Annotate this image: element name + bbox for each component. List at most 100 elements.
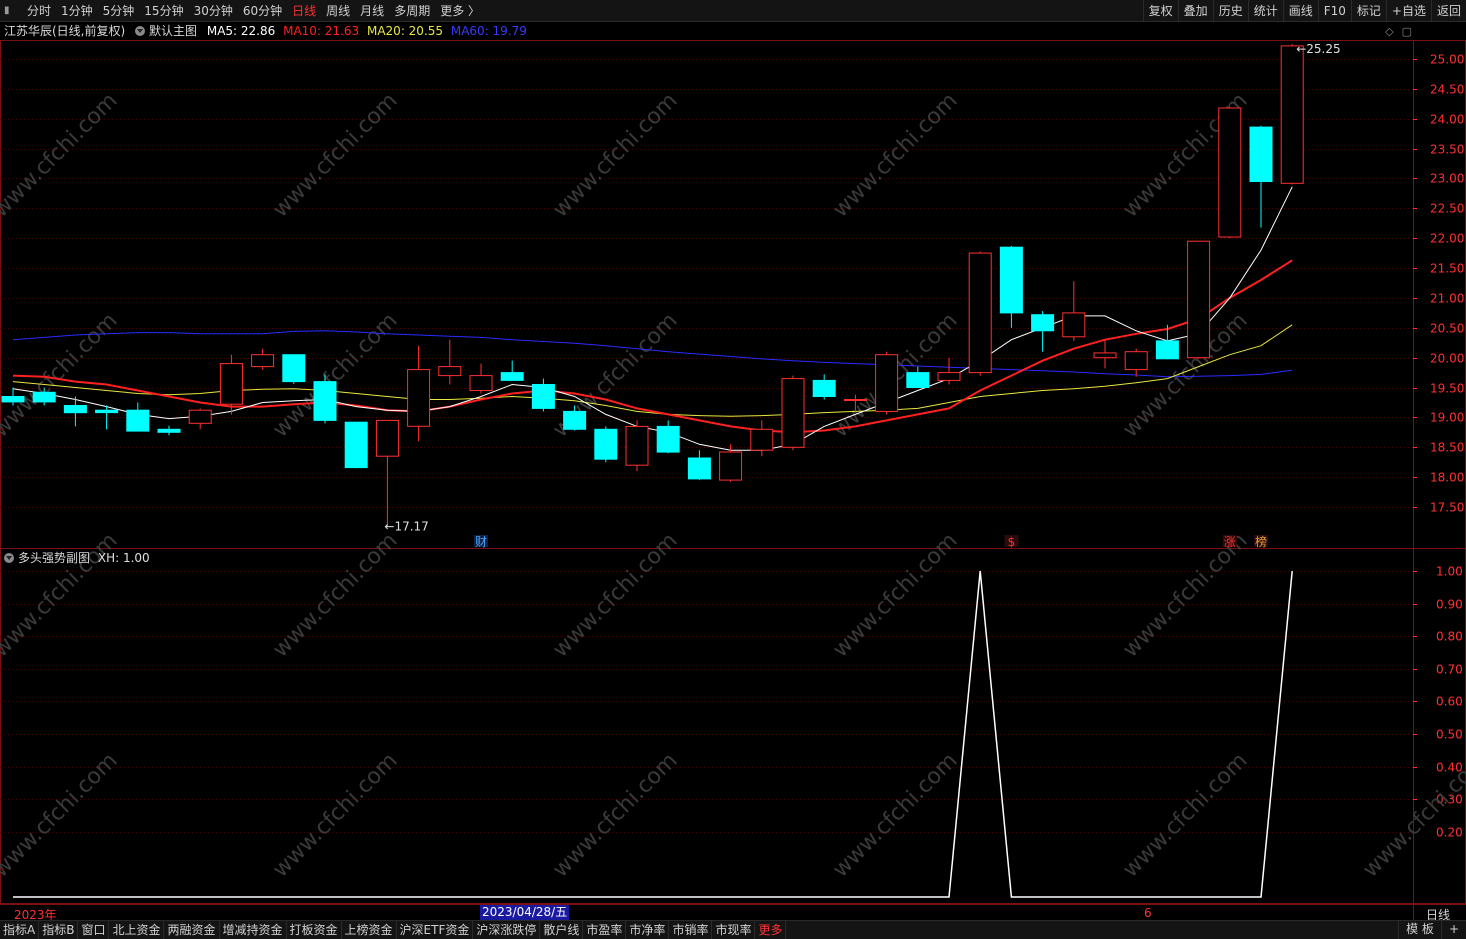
bottom-tab-10[interactable]: 散户线 — [540, 920, 584, 939]
bottom-indicator-tabs: 指标A 指标B 窗口 北上资金 两融资金 增减持资金 打板资金 上榜资金 沪深ETF资金 沪深涨跌… — [0, 920, 1466, 939]
price-tick-label: 22.00 — [1430, 232, 1464, 246]
candle-body — [906, 372, 930, 389]
candle-34[interactable] — [1062, 281, 1086, 341]
candle-39[interactable] — [1218, 106, 1242, 239]
candle-body — [531, 384, 555, 409]
candle-8[interactable] — [251, 348, 275, 370]
candle-31[interactable] — [968, 251, 992, 376]
candle-body — [313, 381, 337, 421]
price-tick-label: 19.50 — [1430, 382, 1464, 396]
candle-17[interactable] — [531, 378, 555, 412]
candle-19[interactable] — [594, 426, 618, 463]
ma5-value: MA5: 22.86 — [206, 24, 276, 38]
bottom-tab-12[interactable]: 市净率 — [626, 920, 670, 939]
candle-30[interactable] — [937, 357, 961, 385]
ma10-value: MA10: 21.63 — [283, 24, 360, 38]
price-tick-label: 19.00 — [1430, 411, 1464, 425]
candle-body — [95, 409, 119, 414]
candle-25[interactable] — [781, 375, 805, 451]
candle-body — [1249, 126, 1273, 182]
high-price-label: ←25.25 — [1296, 42, 1340, 56]
candle-20[interactable] — [625, 420, 649, 472]
bottom-tab-3[interactable]: 北上资金 — [109, 920, 165, 939]
dropdown-icon[interactable] — [4, 553, 14, 563]
bottom-tab-14[interactable]: 市现率 — [712, 920, 756, 939]
candle-13[interactable] — [407, 345, 431, 442]
indicator-name[interactable]: 默认主图 — [149, 24, 197, 38]
candle-12[interactable] — [375, 419, 399, 527]
dropdown-icon[interactable] — [135, 26, 146, 36]
candle-14[interactable] — [438, 339, 462, 385]
candle-33[interactable] — [1031, 311, 1055, 352]
candle-body — [251, 354, 275, 368]
window-icon[interactable]: ▢ — [1402, 25, 1412, 38]
price-tick-label: 20.50 — [1430, 322, 1464, 336]
price-tick-label: 25.00 — [1430, 53, 1464, 67]
price-tick-label: 18.50 — [1430, 441, 1464, 455]
candle-16[interactable] — [500, 360, 524, 381]
candle-body — [1155, 340, 1179, 360]
candle-body — [32, 391, 56, 403]
bottom-tab-6[interactable]: 打板资金 — [287, 920, 342, 939]
bottom-tab-2[interactable]: 窗口 — [78, 920, 110, 939]
candle-body — [656, 425, 680, 453]
price-tick-label: 21.50 — [1430, 262, 1464, 276]
candle-24[interactable] — [750, 420, 774, 457]
bottom-tab-8[interactable]: 沪深ETF资金 — [397, 920, 474, 939]
chart-canvas[interactable]: 25.00 24.50 24.00 23.50 23.00 22.50 22.00 21.50… — [0, 0, 1466, 939]
event-mark-fin: 财 — [475, 535, 487, 549]
candle-41[interactable] — [1280, 44, 1304, 185]
candle-22[interactable] — [687, 450, 711, 481]
candle-32[interactable] — [999, 245, 1023, 328]
candle-6[interactable] — [188, 408, 212, 430]
stock-title[interactable]: 江苏华辰(日线,前复权) — [4, 24, 125, 38]
bottom-tab-11[interactable]: 市盈率 — [583, 920, 627, 939]
candle-body — [875, 354, 899, 412]
bottom-tab-9[interactable]: 沪深涨跌停 — [473, 920, 541, 939]
candle-36[interactable] — [1124, 348, 1148, 377]
candle-21[interactable] — [656, 420, 680, 454]
candle-9[interactable] — [282, 354, 306, 384]
candle-4[interactable] — [126, 402, 150, 432]
candle-body — [625, 425, 649, 466]
candle-body — [968, 252, 992, 374]
candle-body — [812, 379, 836, 397]
candle-28[interactable] — [875, 351, 899, 415]
watermark-text: www.cfchi.com — [548, 748, 682, 882]
month-label: 6 — [1144, 906, 1152, 920]
bottom-tab-4[interactable]: 两融资金 — [164, 920, 220, 939]
panel-corner-icons: ◇ ▢ — [1385, 25, 1412, 38]
price-tick-label: 23.00 — [1430, 172, 1464, 186]
candle-35[interactable] — [1093, 339, 1117, 369]
candle-body — [719, 451, 743, 481]
candle-11[interactable] — [344, 421, 368, 469]
candle-body — [219, 363, 243, 405]
bottom-right-button-0[interactable]: 模 板 — [1398, 920, 1441, 939]
candle-5[interactable] — [157, 425, 181, 436]
bottom-tab-1[interactable]: 指标B — [39, 920, 79, 939]
bottom-tab-0[interactable]: 指标A — [0, 920, 40, 939]
sub-tick-label: 0.60 — [1436, 695, 1463, 709]
candle-body — [126, 409, 150, 432]
candle-body — [1187, 240, 1211, 359]
sub-tick-label: 0.70 — [1436, 663, 1463, 677]
price-tick-label: 24.00 — [1430, 113, 1464, 127]
bottom-tab-15[interactable]: 更多 — [755, 920, 787, 939]
candle-body — [407, 369, 431, 427]
bottom-right-button-1[interactable]: + — [1440, 920, 1466, 939]
bottom-tab-13[interactable]: 市销率 — [669, 920, 713, 939]
candle-body — [750, 428, 774, 451]
candle-40[interactable] — [1249, 125, 1273, 228]
sub-chart-info: 多头强势副图 XH: 1.00 — [4, 549, 150, 567]
candle-10[interactable] — [313, 374, 337, 424]
sub-indicator-name[interactable]: 多头强势副图 — [18, 551, 90, 565]
bottom-tab-7[interactable]: 上榜资金 — [342, 920, 397, 939]
sub-tick-label: 0.20 — [1436, 826, 1463, 840]
candle-26[interactable] — [812, 374, 836, 400]
stock-chart-app: ▮ 分时 1分钟 5分钟 15分钟 30分钟 60分钟 日线 周线 月线 多周期 更多 〉 复权 叠加… — [0, 0, 1466, 939]
candle-body — [375, 419, 399, 457]
diamond-icon[interactable]: ◇ — [1385, 25, 1393, 38]
bottom-tab-5[interactable]: 增减持资金 — [220, 920, 287, 939]
candle-15[interactable] — [469, 363, 493, 394]
candle-38[interactable] — [1187, 240, 1211, 359]
